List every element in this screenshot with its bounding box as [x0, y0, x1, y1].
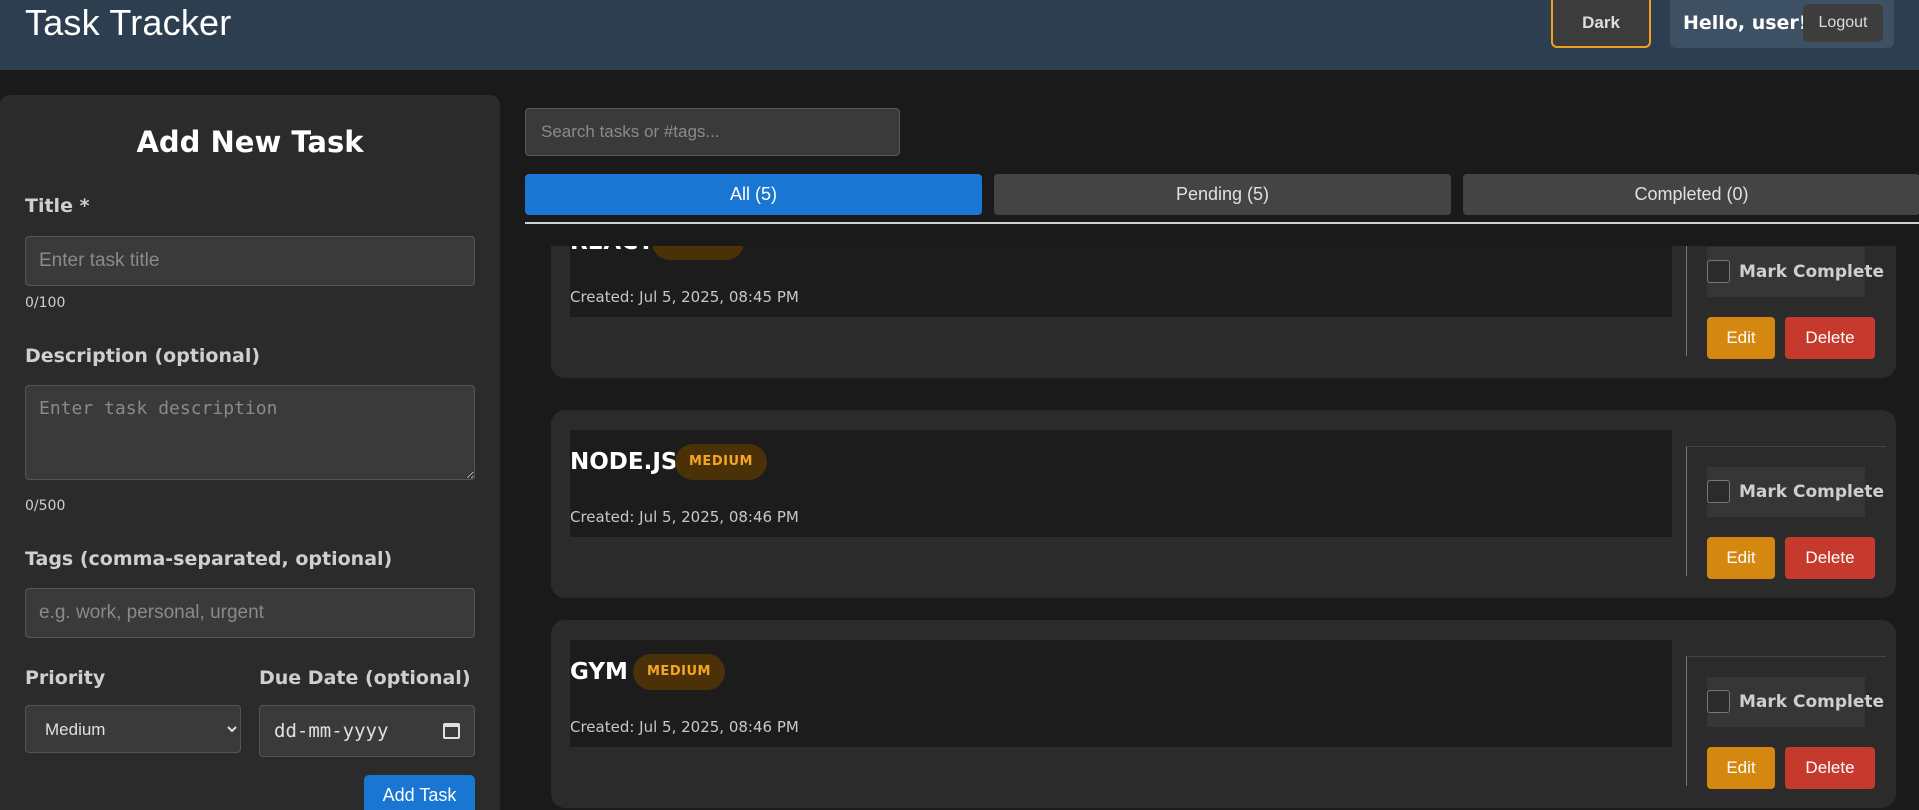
- mark-complete-control[interactable]: Mark Complete: [1707, 247, 1884, 297]
- task-card-body: REACT MEDIUM Created: Jul 5, 2025, 08:45…: [570, 246, 1672, 317]
- delete-button[interactable]: Delete: [1785, 537, 1875, 579]
- due-date-input[interactable]: dd-mm-yyyy: [259, 705, 475, 757]
- tab-pending[interactable]: Pending (5): [994, 174, 1451, 215]
- task-card: NODE.JS MEDIUM Created: Jul 5, 2025, 08:…: [551, 410, 1896, 598]
- calendar-icon[interactable]: [443, 723, 460, 739]
- task-created-date: Created: Jul 5, 2025, 08:46 PM: [570, 508, 799, 526]
- task-title: REACT: [570, 246, 654, 255]
- task-title: NODE.JS: [570, 449, 678, 475]
- add-task-button[interactable]: Add Task: [364, 775, 475, 810]
- search-input[interactable]: [525, 108, 900, 156]
- app-header: Task Tracker Dark Hello, user! Logout: [0, 0, 1919, 70]
- logout-button[interactable]: Logout: [1803, 4, 1883, 42]
- priority-select[interactable]: Medium: [25, 705, 241, 753]
- task-created-date: Created: Jul 5, 2025, 08:46 PM: [570, 718, 799, 736]
- mark-complete-control[interactable]: Mark Complete: [1707, 677, 1884, 727]
- title-input[interactable]: [25, 236, 475, 286]
- tab-completed[interactable]: Completed (0): [1463, 174, 1919, 215]
- priority-label: Priority: [25, 667, 106, 689]
- form-heading: Add New Task: [136, 125, 364, 159]
- delete-button[interactable]: Delete: [1785, 317, 1875, 359]
- add-task-form: Add New Task Title * 0/100 Description (…: [0, 95, 500, 810]
- delete-button[interactable]: Delete: [1785, 747, 1875, 789]
- task-card: GYM MEDIUM Created: Jul 5, 2025, 08:46 P…: [551, 620, 1896, 808]
- task-actions: Mark Complete Edit Delete: [1686, 656, 1886, 789]
- description-textarea[interactable]: [25, 385, 475, 480]
- task-list[interactable]: REACT MEDIUM Created: Jul 5, 2025, 08:45…: [525, 246, 1919, 810]
- task-card-body: NODE.JS MEDIUM Created: Jul 5, 2025, 08:…: [570, 430, 1672, 537]
- priority-badge: MEDIUM: [675, 444, 767, 480]
- priority-badge: MEDIUM: [633, 654, 725, 690]
- theme-toggle-button[interactable]: Dark: [1551, 0, 1651, 48]
- tab-all[interactable]: All (5): [525, 174, 982, 215]
- task-title: GYM: [570, 659, 628, 685]
- task-card-body: GYM MEDIUM Created: Jul 5, 2025, 08:46 P…: [570, 640, 1672, 747]
- due-date-label: Due Date (optional): [259, 667, 471, 689]
- description-counter: 0/500: [25, 498, 66, 514]
- tabs-divider: [525, 222, 1919, 224]
- title-counter: 0/100: [25, 295, 66, 311]
- edit-button[interactable]: Edit: [1707, 747, 1775, 789]
- app-title: Task Tracker: [25, 2, 232, 43]
- tags-label: Tags (comma-separated, optional): [25, 548, 393, 570]
- edit-button[interactable]: Edit: [1707, 317, 1775, 359]
- mark-complete-checkbox[interactable]: [1707, 690, 1730, 713]
- user-box: Hello, user! Logout: [1670, 0, 1894, 48]
- mark-complete-label[interactable]: Mark Complete: [1739, 482, 1884, 502]
- task-actions: Mark Complete Edit Delete: [1686, 246, 1886, 359]
- description-label: Description (optional): [25, 345, 261, 367]
- mark-complete-checkbox[interactable]: [1707, 480, 1730, 503]
- mark-complete-control[interactable]: Mark Complete: [1707, 467, 1884, 517]
- due-date-placeholder: dd-mm-yyyy: [274, 720, 389, 742]
- priority-badge: MEDIUM: [652, 246, 744, 260]
- mark-complete-checkbox[interactable]: [1707, 260, 1730, 283]
- mark-complete-label[interactable]: Mark Complete: [1739, 692, 1884, 712]
- edit-button[interactable]: Edit: [1707, 537, 1775, 579]
- task-created-date: Created: Jul 5, 2025, 08:45 PM: [570, 288, 799, 306]
- user-greeting: Hello, user!: [1683, 12, 1808, 34]
- tags-input[interactable]: [25, 588, 475, 638]
- title-label: Title *: [25, 195, 90, 217]
- task-card: REACT MEDIUM Created: Jul 5, 2025, 08:45…: [551, 246, 1896, 378]
- task-actions: Mark Complete Edit Delete: [1686, 446, 1886, 579]
- mark-complete-label[interactable]: Mark Complete: [1739, 262, 1884, 282]
